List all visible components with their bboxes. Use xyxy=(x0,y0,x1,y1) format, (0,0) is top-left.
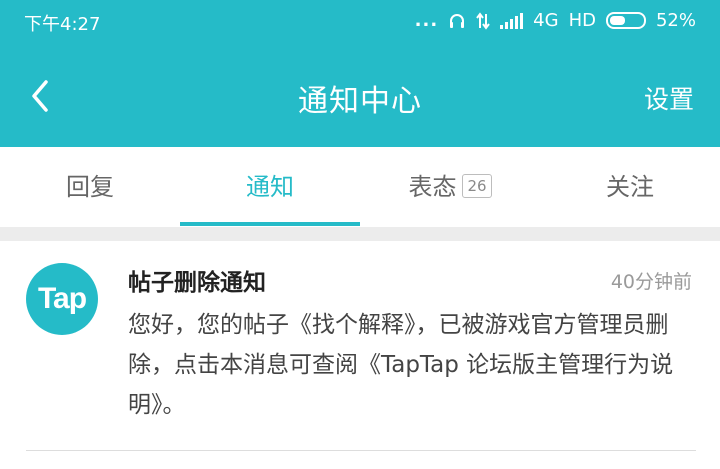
taptap-avatar: Tap xyxy=(26,263,98,335)
status-icons: ... 4G HD 52% xyxy=(415,10,696,31)
divider xyxy=(26,450,696,451)
notification-item[interactable]: Tap 帖子删除通知 40分钟前 您好，您的帖子《找个解释》，已被游戏官方管理员… xyxy=(0,241,720,469)
notification-time: 40分钟前 xyxy=(610,271,692,293)
hd-indicator: HD xyxy=(568,10,596,31)
tab-bar: 回复 通知 表态 26 关注 xyxy=(0,147,720,227)
battery-icon xyxy=(605,12,646,29)
battery-level: 52% xyxy=(655,10,696,31)
tab-label: 表态 xyxy=(408,173,457,201)
data-transfer-icon xyxy=(476,11,490,30)
more-notifications-icon: ... xyxy=(414,10,439,31)
tab-replies[interactable]: 回复 xyxy=(0,147,180,227)
page-title: 通知中心 xyxy=(298,84,422,119)
network-type: 4G xyxy=(533,10,559,31)
tab-label: 通知 xyxy=(246,173,294,201)
nav-bar: 通知中心 设置 xyxy=(0,44,720,147)
reactions-count-badge: 26 xyxy=(462,174,492,198)
status-bar: 下午4:27 ... 4G HD 52% xyxy=(0,0,720,44)
signal-icon xyxy=(500,12,524,29)
app-header: 下午4:27 ... 4G HD 52% 通知中心 设置 xyxy=(0,0,720,147)
tab-label: 回复 xyxy=(66,173,114,201)
tab-reactions[interactable]: 表态 26 xyxy=(360,147,540,227)
active-tab-indicator xyxy=(180,222,360,226)
status-time: 下午4:27 xyxy=(24,14,101,35)
tab-label: 关注 xyxy=(606,173,654,201)
section-gap xyxy=(0,227,720,241)
notification-title: 帖子删除通知 xyxy=(128,270,266,296)
settings-button[interactable]: 设置 xyxy=(644,80,694,116)
tab-notifications[interactable]: 通知 xyxy=(180,147,360,227)
headphones-icon xyxy=(450,13,465,28)
avatar-logo-text: Tap xyxy=(37,282,87,315)
notification-body: 您好，您的帖子《找个解释》，已被游戏官方管理员删除，点击本消息可查阅《TapTa… xyxy=(128,312,674,418)
tab-following[interactable]: 关注 xyxy=(540,147,720,227)
